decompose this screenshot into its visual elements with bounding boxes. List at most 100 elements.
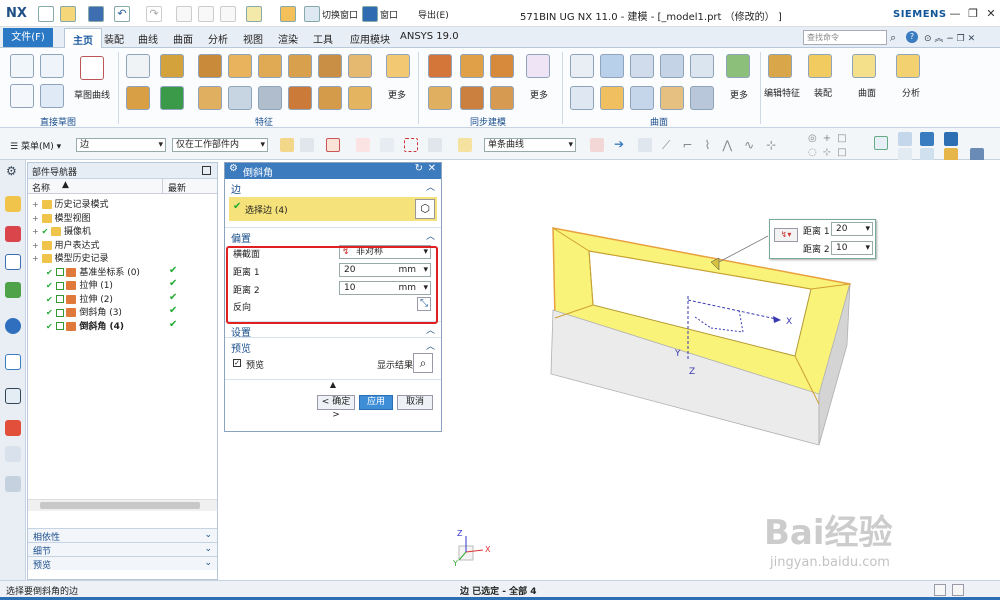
- snap-center-icons[interactable]: ◎+□: [808, 133, 853, 144]
- repeat-command-icon[interactable]: [280, 6, 296, 22]
- expand-icon[interactable]: +: [32, 214, 39, 223]
- process-studio-icon[interactable]: [5, 446, 21, 462]
- tab-file[interactable]: 文件(F): [3, 28, 53, 47]
- apply-button[interactable]: 应用: [359, 395, 393, 410]
- horizontal-scrollbar[interactable]: [28, 499, 217, 511]
- popup-distance1-input[interactable]: 20 ▾: [831, 222, 873, 236]
- status-icon-1[interactable]: [934, 584, 946, 596]
- thicken-icon[interactable]: [258, 86, 282, 110]
- show-result-icon[interactable]: ⌕: [413, 353, 433, 373]
- undo-icon[interactable]: ↶: [114, 6, 130, 22]
- rectangle-select-icon[interactable]: [404, 138, 418, 152]
- arrow-right-icon[interactable]: ➔: [614, 138, 628, 152]
- visualization-icon[interactable]: [5, 420, 21, 436]
- cut-icon[interactable]: [176, 6, 192, 22]
- more-surface-label[interactable]: 更多: [730, 88, 748, 101]
- more-feature-icon[interactable]: [386, 54, 410, 78]
- checkmark-icon[interactable]: ✔: [46, 268, 53, 277]
- help-icon[interactable]: ?: [906, 31, 918, 43]
- paste-icon[interactable]: [220, 6, 236, 22]
- feature-select-icon[interactable]: [300, 138, 314, 152]
- command-search-input[interactable]: 查找命令: [803, 30, 887, 45]
- subtract-icon[interactable]: [258, 54, 282, 78]
- sketch-icon[interactable]: [10, 54, 34, 78]
- tree-item[interactable]: + 模型历史记录: [32, 251, 108, 264]
- window-icon[interactable]: [362, 6, 378, 22]
- tree-item[interactable]: + ✔ 摄像机: [32, 224, 91, 237]
- tab-assembly[interactable]: 装配: [104, 31, 124, 46]
- boolean-icon[interactable]: [160, 86, 184, 110]
- revolve-icon[interactable]: [126, 86, 150, 110]
- tab-home[interactable]: 主页: [64, 28, 102, 48]
- tab-render[interactable]: 渲染: [278, 31, 298, 46]
- clock-icon[interactable]: [5, 388, 21, 404]
- col-latest[interactable]: 最新: [168, 181, 186, 194]
- minimize-icon[interactable]: —: [946, 5, 964, 23]
- assembly-navigator-icon[interactable]: [5, 226, 21, 242]
- intersect-icon[interactable]: [288, 54, 312, 78]
- cross-section-mini-select[interactable]: ↯▾: [774, 228, 798, 242]
- render-style-icon[interactable]: [898, 132, 912, 146]
- checkmark-icon[interactable]: ✔: [46, 308, 53, 317]
- swept-icon[interactable]: [600, 54, 624, 78]
- snap-point-icons[interactable]: ⟋⌐⌇⋀∿⊹: [662, 138, 788, 153]
- through-curves-icon[interactable]: [570, 54, 594, 78]
- bounded-plane-icon[interactable]: [660, 54, 684, 78]
- sew-icon[interactable]: [660, 86, 684, 110]
- cancel-button[interactable]: 取消: [397, 395, 433, 410]
- snap-quadrant-icons[interactable]: ◌⊹□: [808, 147, 853, 158]
- sort-ascending-icon[interactable]: ▲: [62, 180, 69, 190]
- save-icon[interactable]: [88, 6, 104, 22]
- snap-point-icon[interactable]: [326, 138, 340, 152]
- tab-applications[interactable]: 应用模块: [350, 31, 390, 46]
- expand-icon[interactable]: +: [32, 241, 39, 250]
- tree-item[interactable]: ✔ 拉伸 (2): [46, 292, 113, 305]
- chamfer-icon[interactable]: [348, 86, 372, 110]
- import-export-menu[interactable]: 导出(E): [418, 8, 449, 21]
- switch-window-icon[interactable]: [304, 6, 320, 22]
- curve-rule-select[interactable]: 单条曲线: [484, 138, 576, 152]
- assembly-label[interactable]: 装配: [814, 86, 832, 99]
- offset-region-icon[interactable]: [490, 54, 514, 78]
- circle-icon[interactable]: [10, 84, 34, 108]
- menu-button[interactable]: ☰ 菜单(M) ▾: [10, 139, 61, 152]
- pattern-feature-icon[interactable]: [318, 54, 342, 78]
- n-sided-surface-icon[interactable]: [630, 54, 654, 78]
- analysis-label[interactable]: 分析: [902, 86, 920, 99]
- tab-tools[interactable]: 工具: [313, 31, 333, 46]
- redo-icon[interactable]: ↷: [146, 6, 162, 22]
- unite-icon[interactable]: [228, 54, 252, 78]
- datum-plane-icon[interactable]: [126, 54, 150, 78]
- pull-face-icon[interactable]: [460, 54, 484, 78]
- draft-icon[interactable]: [348, 54, 372, 78]
- tab-ansys[interactable]: ANSYS 19.0: [400, 31, 459, 42]
- tree-item-checkbox[interactable]: [55, 308, 64, 317]
- gear-icon[interactable]: ⚙: [6, 164, 17, 178]
- tree-item[interactable]: + 用户表达式: [32, 238, 99, 251]
- assembly-icon[interactable]: [808, 54, 832, 78]
- tab-analysis[interactable]: 分析: [208, 31, 228, 46]
- hole-icon[interactable]: [198, 54, 222, 78]
- checkmark-icon[interactable]: ✔: [46, 322, 53, 331]
- tree-item-checkbox[interactable]: [55, 268, 64, 276]
- edit-feature-icon[interactable]: [768, 54, 792, 78]
- tree-item[interactable]: ✔ 基准坐标系 (0): [46, 265, 140, 278]
- delete-face-icon[interactable]: [460, 86, 484, 110]
- collapse-more-icon[interactable]: ▲: [225, 379, 441, 393]
- touch-mode-icon[interactable]: [246, 6, 262, 22]
- studio-surface-icon[interactable]: [570, 86, 594, 110]
- close-icon[interactable]: ✕: [428, 163, 436, 174]
- measure-icon[interactable]: [852, 54, 876, 78]
- copy-icon[interactable]: [198, 6, 214, 22]
- search-icon[interactable]: ⌕: [890, 31, 896, 45]
- extension-sheet-icon[interactable]: [690, 86, 714, 110]
- history-icon[interactable]: [5, 354, 21, 370]
- resize-blend-icon[interactable]: [490, 86, 514, 110]
- checkmark-icon[interactable]: ✔: [42, 227, 49, 236]
- display-mode-icon[interactable]: [944, 132, 958, 146]
- ok-button[interactable]: < 确定 >: [317, 395, 355, 420]
- more-surface-icon[interactable]: [726, 54, 750, 78]
- maximize-navigator-icon[interactable]: [202, 166, 211, 175]
- expand-icon[interactable]: +: [32, 227, 39, 236]
- tab-curve[interactable]: 曲线: [138, 31, 158, 46]
